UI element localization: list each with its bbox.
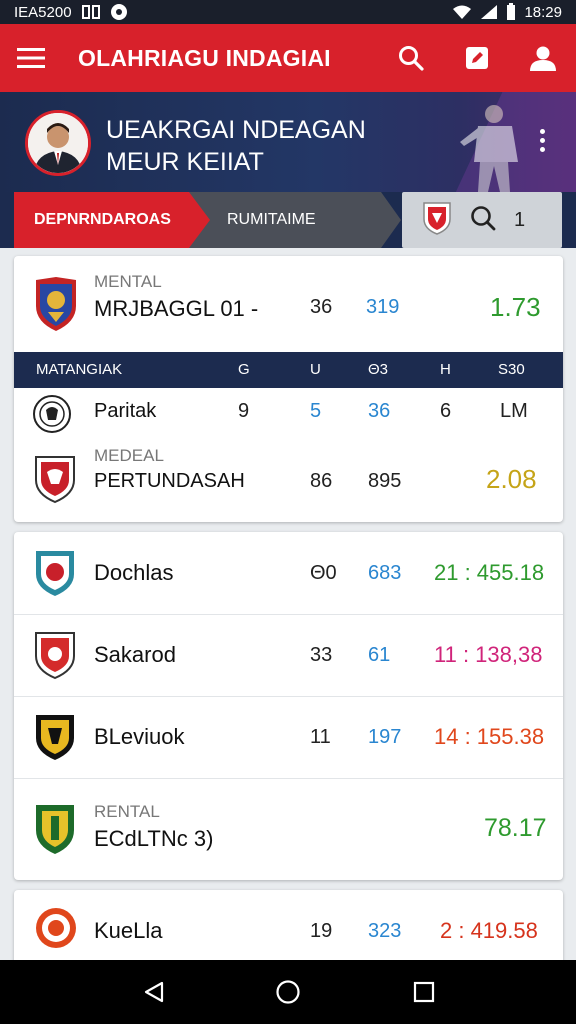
table-header: MATANGIAK G U Θ3 H S30 [14,352,563,388]
user-icon[interactable] [510,24,576,92]
tab-primary[interactable]: DEPNRNDAROAS [14,192,210,248]
score-value: 78.17 [484,814,547,842]
stat-value: 6 [440,400,452,422]
stat-value: 86 [310,470,333,492]
status-text: IEA5200 [14,3,72,21]
tab-count: 1 [514,208,526,231]
tab-secondary[interactable]: RUMITAIME [185,192,401,248]
table-row[interactable]: Paritak 9 5 36 6 LM [14,388,563,436]
stat-value: 61 [368,644,391,666]
standings-card-3: KueLla 19 323 2 : 419.58 [14,890,563,970]
stat-value: 5 [310,400,322,422]
list-item[interactable]: Sakarod 33 61 11 : 138,38 [14,614,563,696]
player-silhouette-icon [452,102,532,192]
club-crest-icon [34,802,76,861]
app-status-icon [110,3,128,21]
club-crest-icon [34,454,76,509]
score-value: 11 : 138,38 [434,642,543,667]
back-icon[interactable] [140,978,168,1006]
list-item[interactable]: BLeviuok 11 197 14 : 155.38 [14,696,563,778]
stat-value: 895 [368,470,402,492]
stat-value: Θ0 [310,562,337,584]
stat-value: 19 [310,920,333,942]
app-bar: OLAHRIAGU INDAGIAI [0,24,576,92]
standings-card-2: Dochlas Θ0 683 21 : 455.18 Sakarod 33 61… [14,532,563,880]
search-icon[interactable] [470,205,496,236]
team-name: MRJBAGGL 01 - [94,296,259,321]
search-icon[interactable] [378,24,444,92]
club-crest-icon [34,548,76,603]
recents-icon[interactable] [410,978,438,1006]
home-icon[interactable] [274,978,302,1006]
card-label: MENTAL [94,272,162,291]
hamburger-menu-icon[interactable] [0,24,62,92]
list-item[interactable]: MENTAL MRJBAGGL 01 - 36 319 1.73 [14,256,563,352]
system-nav-bar [0,960,576,1024]
club-crest-icon [32,394,72,439]
avatar[interactable] [25,110,91,176]
column-header: G [238,361,250,378]
team-name: ECdLTNc 3) [94,826,214,851]
profile-name-line1: UEAKRGAI NDEAGAN [106,116,366,144]
notification-icon [81,4,100,20]
more-vert-icon[interactable] [528,122,556,158]
list-item[interactable]: Dochlas Θ0 683 21 : 455.18 [14,532,563,614]
score-value: 14 : 155.38 [434,724,545,749]
stat-value: 197 [368,726,402,748]
list-item[interactable]: KueLla 19 323 2 : 419.58 [14,890,563,970]
team-name: KueLla [94,918,163,943]
stat-value: LM [500,400,528,422]
stat-value: 323 [368,920,402,942]
profile-name-line2: MEUR KEIIAT [106,148,264,176]
stat-value: 36 [310,296,333,318]
team-name: BLeviuok [94,724,185,749]
list-item[interactable]: RENTAL ECdLTNc 3) 78.17 [14,778,563,880]
profile-header: UEAKRGAI NDEAGAN MEUR KEIIAT [0,92,576,192]
standings-card-1: MENTAL MRJBAGGL 01 - 36 319 1.73 MATANGI… [14,256,563,522]
app-title: OLAHRIAGU INDAGIAI [78,44,331,71]
card-label: MEDEAL [94,446,164,465]
card-label: RENTAL [94,802,160,821]
column-header: MATANGIAK [36,361,123,378]
stat-value: 33 [310,644,333,666]
score-value: 2.08 [486,464,537,494]
table-row[interactable]: MEDEAL PERTUNDASAH 86 895 2.08 [14,440,563,522]
club-crest-icon [34,630,76,685]
stat-value: 319 [366,296,400,318]
team-name: Sakarod [94,642,176,667]
battery-icon [506,3,516,21]
edit-icon[interactable] [444,24,510,92]
column-header: S30 [498,361,525,378]
score-value: 2 : 419.58 [440,918,538,943]
team-name: Dochlas [94,560,174,585]
status-time: 18:29 [524,3,562,21]
status-bar: IEA5200 18:29 [0,0,576,24]
tab-strip: RUMITAIME DEPNRNDAROAS 1 [0,192,576,248]
club-crest-icon [422,201,452,240]
score-value: 21 : 455.18 [434,560,545,585]
club-crest-icon [34,276,78,337]
signal-icon [480,4,498,20]
stat-value: 36 [368,400,391,422]
column-header: U [310,361,321,378]
team-name: Paritak [94,400,157,422]
stat-value: 11 [310,726,331,748]
column-header: H [440,361,451,378]
team-name: PERTUNDASAH [94,470,245,492]
stat-value: 9 [238,400,250,422]
club-crest-icon [34,712,76,767]
stat-value: 683 [368,562,402,584]
column-header: Θ3 [368,361,389,378]
club-crest-icon [34,906,78,955]
tab-filter-box[interactable]: 1 [402,192,562,248]
wifi-icon [452,4,472,20]
score-value: 1.73 [490,292,541,322]
